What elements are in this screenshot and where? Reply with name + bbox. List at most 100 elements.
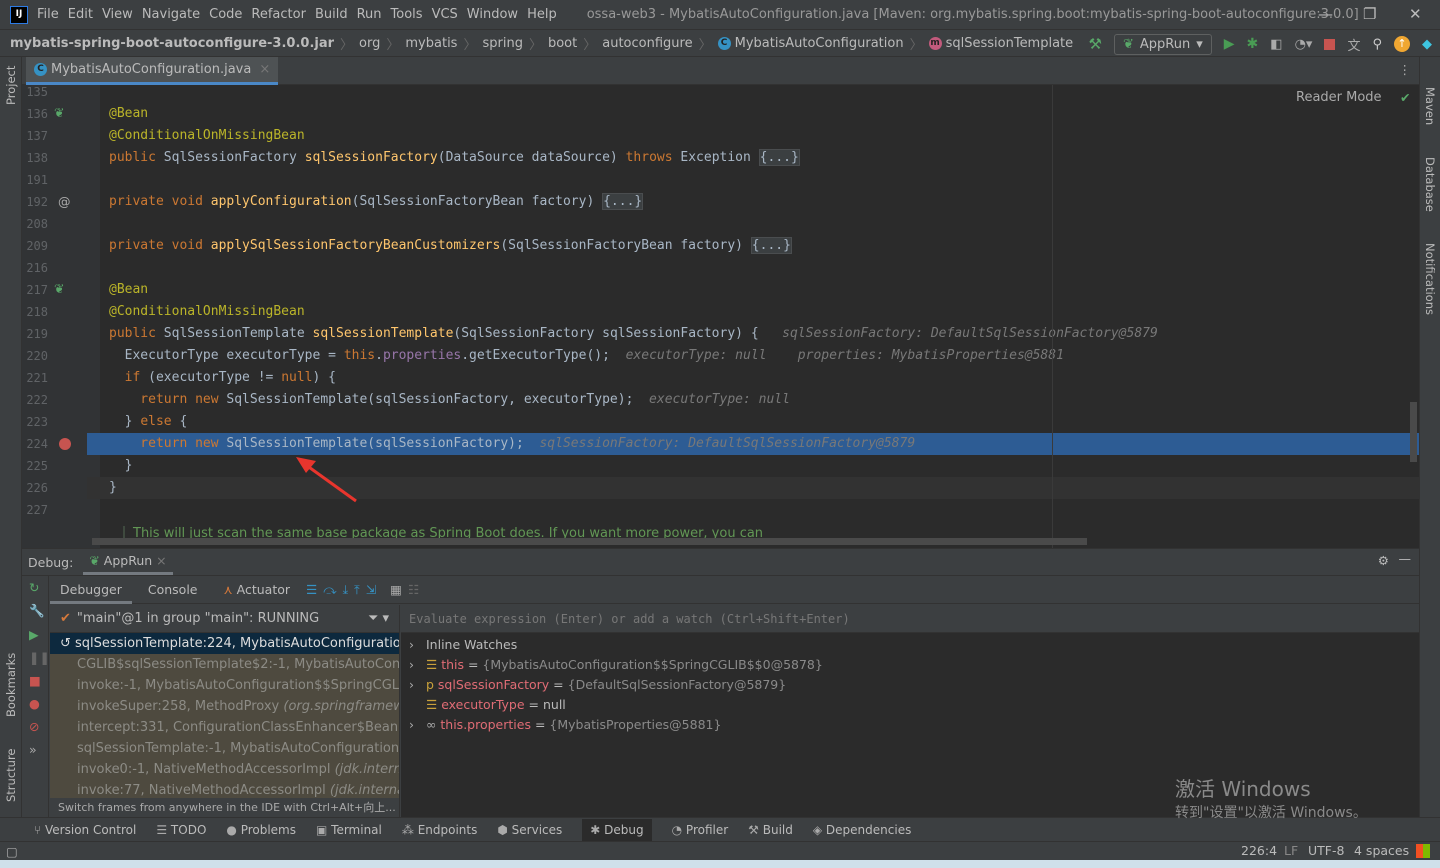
translate-icon[interactable]: 文	[1347, 35, 1360, 54]
hide-panel-icon[interactable]: —	[1399, 551, 1412, 566]
breadcrumb-autoconfigure[interactable]: autoconfigure	[602, 36, 692, 51]
close-session-icon[interactable]: ×	[156, 553, 166, 568]
search-icon[interactable]: ⚲	[1372, 37, 1382, 52]
variable-row[interactable]: › ∞ this.properties = {MybatisProperties@…	[401, 715, 1419, 735]
chevron-right-icon[interactable]: ›	[409, 635, 414, 655]
debug-session-tab[interactable]: ❦ AppRun ×	[83, 549, 173, 575]
folded-code[interactable]: {...}	[602, 193, 644, 210]
view-breakpoints-icon[interactable]: ●	[22, 692, 48, 715]
stack-frame[interactable]: sqlSessionTemplate:-1, MybatisAutoConfig…	[50, 738, 399, 759]
mute-breakpoints-icon[interactable]: ⊘	[22, 715, 48, 738]
vertical-scrollbar[interactable]	[1410, 402, 1417, 462]
stack-frame[interactable]: invoke0:-1, NativeMethodAccessorImpl (jd…	[50, 759, 399, 780]
more-icon[interactable]: »	[22, 738, 48, 761]
tool-window-database[interactable]: Database	[1423, 157, 1437, 212]
menu-help[interactable]: Help	[527, 7, 557, 22]
tool-window-structure[interactable]: Structure	[4, 749, 18, 803]
toggle-tool-windows-icon[interactable]: ▢	[6, 844, 18, 859]
tool-window-dependencies[interactable]: ◈ Dependencies	[813, 823, 911, 837]
stop-icon[interactable]: ■	[22, 669, 48, 692]
run-icon[interactable]: ▶	[1224, 36, 1235, 52]
tool-window-version-control[interactable]: ⑂ Version Control	[34, 823, 136, 837]
evaluate-expression-icon[interactable]: ▦	[390, 582, 402, 597]
breadcrumb-class[interactable]: MybatisAutoConfiguration	[735, 36, 904, 51]
file-encoding[interactable]: UTF-8	[1308, 843, 1344, 858]
menu-tools[interactable]: Tools	[391, 7, 423, 22]
variable-row[interactable]: › p sqlSessionFactory = {DefaultSqlSessio…	[401, 675, 1419, 695]
run-to-cursor-icon[interactable]: ⇲	[366, 582, 376, 597]
coverage-icon[interactable]: ◧	[1270, 37, 1282, 52]
pause-icon[interactable]: ❚❚	[22, 646, 50, 669]
thread-selector[interactable]: "main"@1 in group "main": RUNNING	[77, 611, 319, 626]
resume-icon[interactable]: ▶	[22, 623, 48, 646]
menu-file[interactable]: File	[37, 7, 59, 22]
chevron-right-icon[interactable]: ›	[409, 655, 414, 675]
tab-mybatis-auto-configuration[interactable]: C MybatisAutoConfiguration.java ×	[26, 57, 279, 85]
filter-icon[interactable]: ⏷ ▾	[368, 611, 389, 626]
tool-window-project[interactable]: Project	[4, 66, 18, 105]
variable-row[interactable]: ☰ executorType = null	[401, 695, 1419, 715]
tool-window-todo[interactable]: ☰ TODO	[156, 823, 206, 837]
line-separator[interactable]: LF	[1284, 843, 1298, 858]
variable-row[interactable]: › Inline Watches	[401, 635, 1419, 655]
trace-icon[interactable]: ☷	[408, 582, 419, 597]
tool-window-build[interactable]: ⚒ Build	[748, 823, 793, 837]
chevron-right-icon[interactable]: ›	[409, 675, 414, 695]
stack-frame[interactable]: ↺ sqlSessionTemplate:224, MybatisAutoCon…	[50, 633, 399, 654]
code-editor[interactable]: 135 136 ❦ 137 138 191 192 @208 209 216 217 ❦ 218 219 2…	[22, 85, 1419, 548]
bean-gutter-icon[interactable]: ❦	[54, 105, 64, 120]
tab-console[interactable]: Console	[138, 576, 208, 604]
breadcrumb-mybatis[interactable]: mybatis	[405, 36, 457, 51]
menu-view[interactable]: View	[102, 7, 133, 22]
frames-layout-icon[interactable]: ☰	[306, 582, 317, 597]
folded-code[interactable]: {...}	[758, 149, 800, 166]
update-icon[interactable]: ↑	[1394, 36, 1410, 52]
bean-gutter-icon[interactable]: ❦	[54, 281, 64, 296]
indent-setting[interactable]: 4 spaces	[1354, 843, 1409, 858]
tab-actuator[interactable]: ⋏ Actuator	[214, 576, 301, 604]
breadcrumb-spring[interactable]: spring	[482, 36, 522, 51]
profile-icon[interactable]: ◔▾	[1295, 37, 1313, 52]
folded-code[interactable]: {...}	[750, 237, 792, 254]
settings-gear-icon[interactable]: ⚙	[1378, 553, 1389, 568]
run-config-selector[interactable]: ❦ AppRun ▾	[1114, 33, 1212, 55]
menu-window[interactable]: Window	[467, 7, 518, 22]
tool-window-services[interactable]: ⬢ Services	[497, 823, 562, 837]
more-options-icon[interactable]: ⋮	[1399, 62, 1412, 77]
menu-navigate[interactable]: Navigate	[142, 7, 200, 22]
step-into-icon[interactable]: ⤓	[343, 582, 349, 598]
breakpoint-icon[interactable]	[59, 438, 71, 450]
menu-code[interactable]: Code	[209, 7, 242, 22]
horizontal-scrollbar[interactable]	[92, 538, 1087, 545]
tool-window-profiler[interactable]: ◔ Profiler	[672, 823, 729, 837]
wrench-icon[interactable]: 🔧	[22, 599, 48, 623]
tool-window-maven[interactable]: Maven	[1423, 87, 1437, 125]
evaluate-expression-input[interactable]: Evaluate expression (Enter) or add a wat…	[401, 605, 1419, 633]
variable-row[interactable]: › ☰ this = {MybatisAutoConfiguration$$Spr…	[401, 655, 1419, 675]
override-gutter-icon[interactable]: @	[58, 194, 71, 209]
minimize-button[interactable]: —	[1318, 5, 1333, 23]
menu-edit[interactable]: Edit	[68, 7, 93, 22]
tab-debugger[interactable]: Debugger	[50, 576, 132, 604]
breadcrumb-org[interactable]: org	[359, 36, 380, 51]
stack-frame[interactable]: invokeSuper:258, MethodProxy (org.spring…	[50, 696, 399, 717]
tool-window-bookmarks[interactable]: Bookmarks	[4, 653, 18, 717]
tool-window-notifications[interactable]: Notifications	[1423, 243, 1437, 315]
menu-vcs[interactable]: VCS	[432, 7, 458, 22]
debug-bug-icon[interactable]: ✱	[1247, 36, 1259, 52]
build-hammer-icon[interactable]: ⚒	[1089, 35, 1102, 53]
close-button[interactable]: ✕	[1409, 5, 1422, 23]
breadcrumb-jar[interactable]: mybatis-spring-boot-autoconfigure-3.0.0.…	[10, 36, 334, 51]
breadcrumb-boot[interactable]: boot	[548, 36, 577, 51]
menu-run[interactable]: Run	[357, 7, 382, 22]
menu-refactor[interactable]: Refactor	[251, 7, 306, 22]
tool-window-terminal[interactable]: ▣ Terminal	[316, 823, 382, 837]
stop-icon[interactable]	[1324, 38, 1336, 50]
plugin-icon[interactable]: ◆	[1422, 37, 1432, 52]
stack-frame[interactable]: invoke:-1, MybatisAutoConfiguration$$Spr…	[50, 675, 399, 696]
tool-window-endpoints[interactable]: ⁂ Endpoints	[402, 823, 478, 837]
step-over-icon[interactable]: ⤼	[323, 582, 336, 598]
chevron-right-icon[interactable]: ›	[409, 715, 414, 735]
stack-frame[interactable]: intercept:331, ConfigurationClassEnhance…	[50, 717, 399, 738]
step-out-icon[interactable]: ⤒	[354, 582, 360, 598]
